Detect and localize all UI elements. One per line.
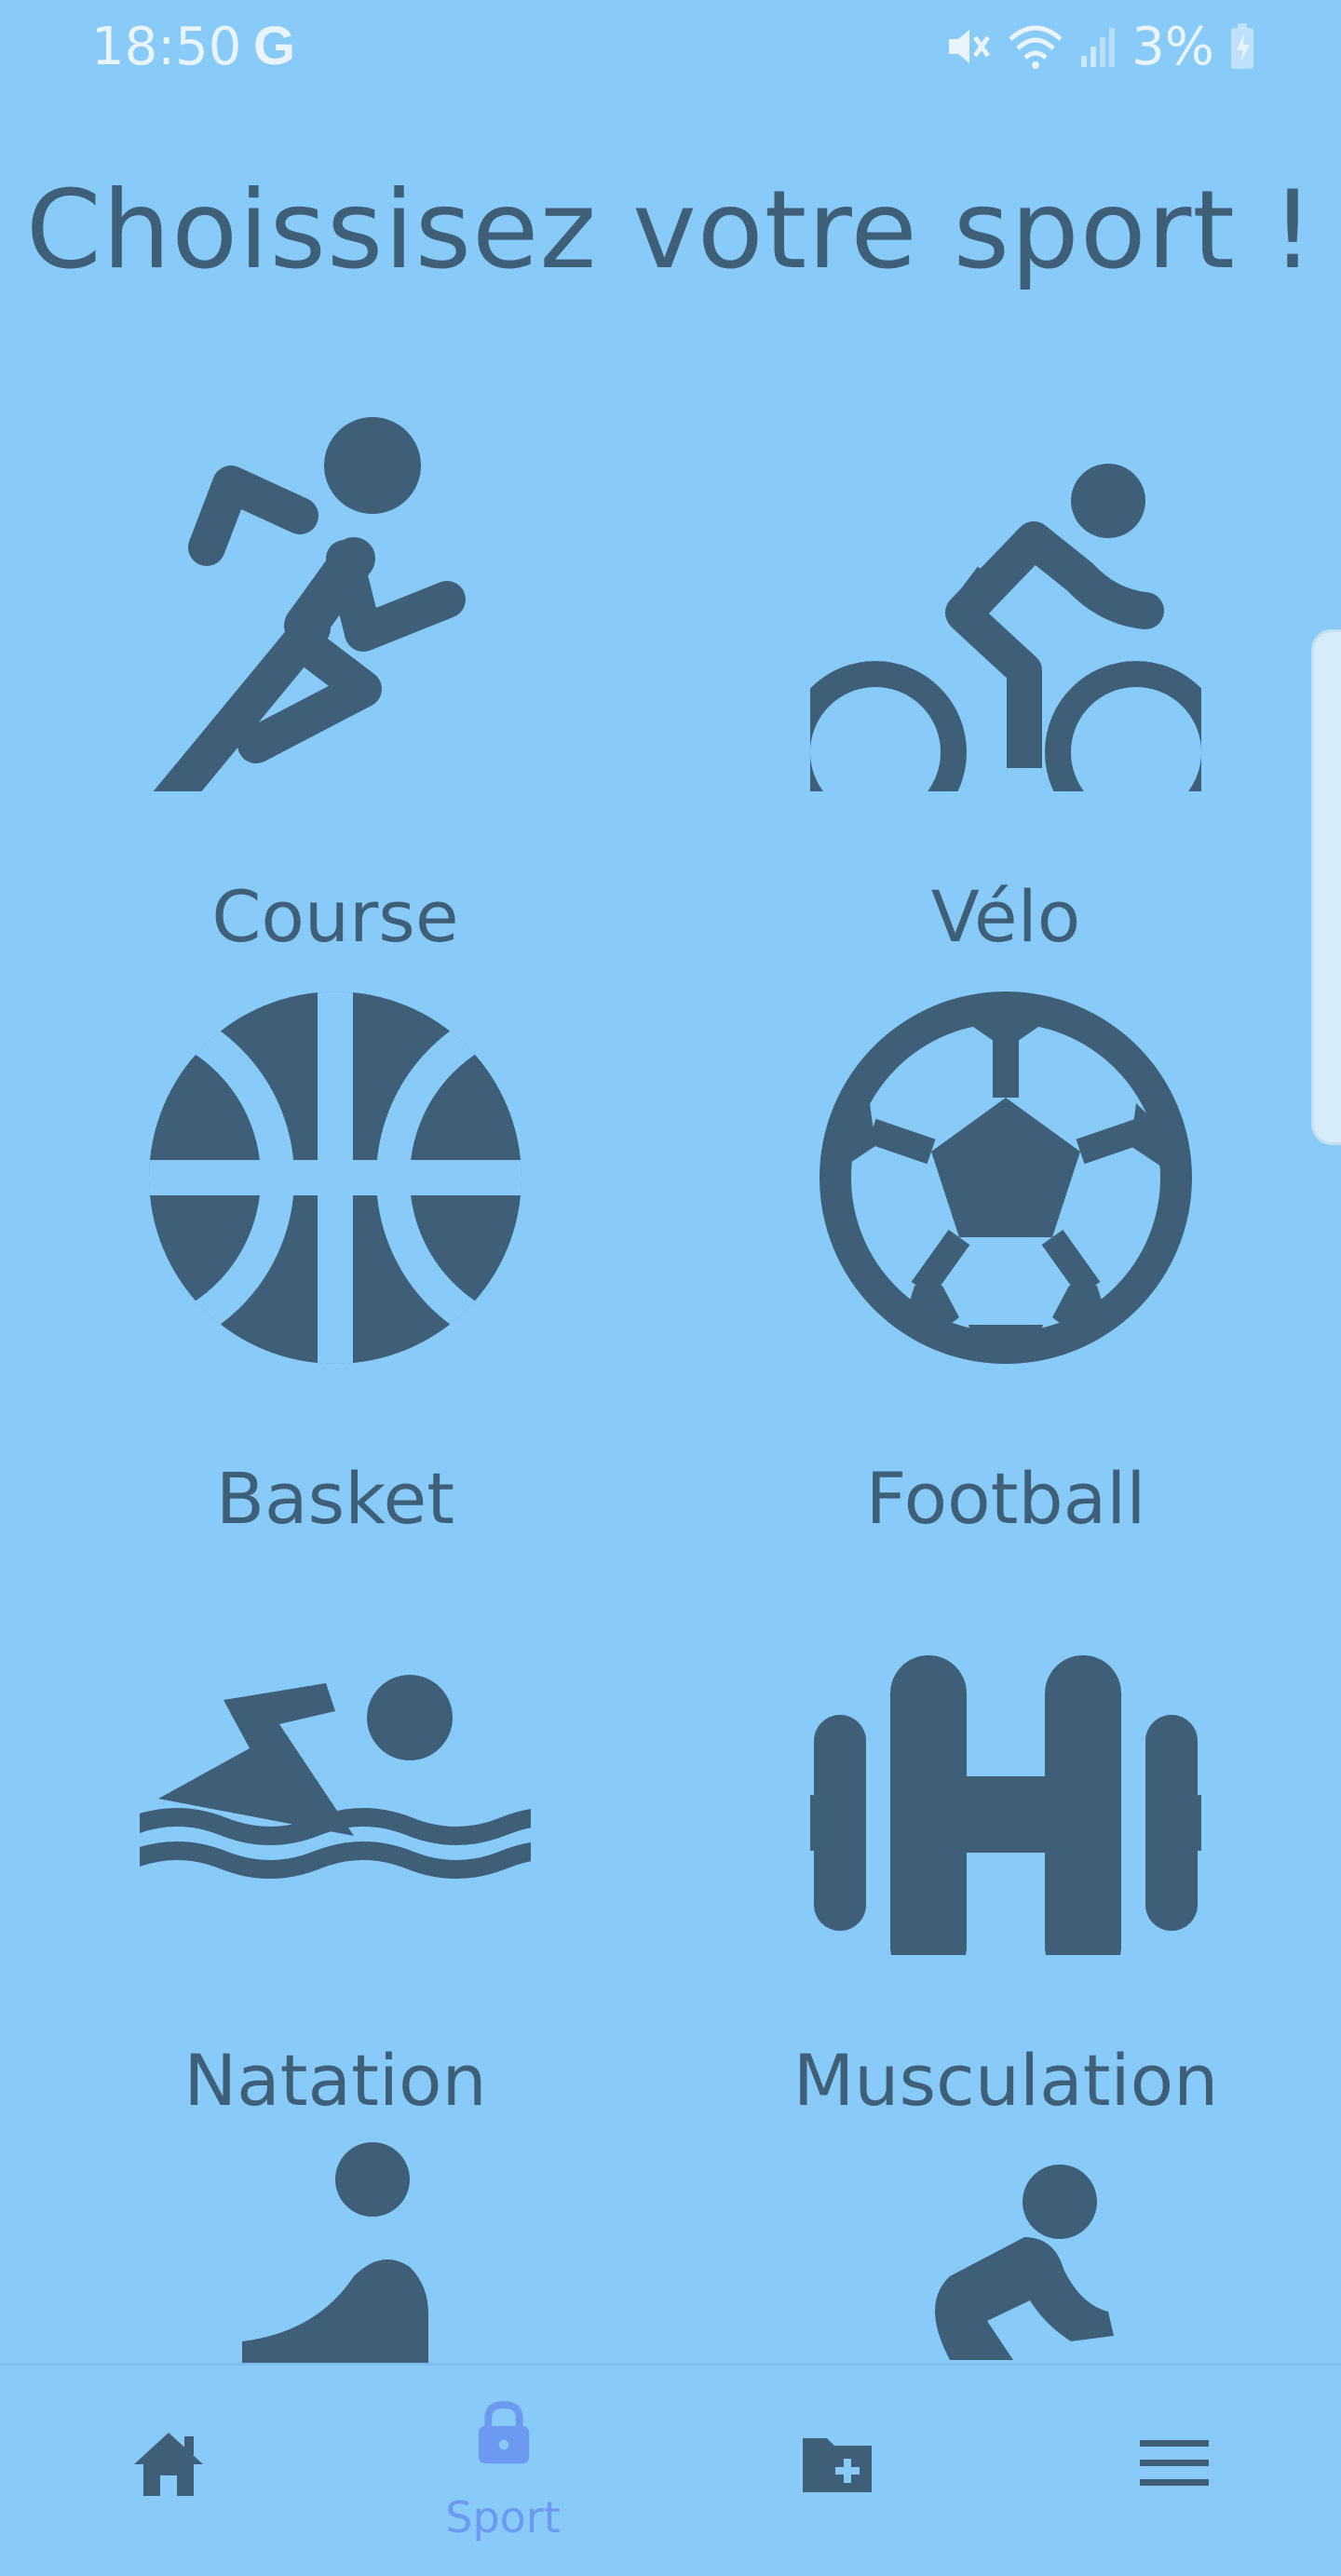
folder-add-icon	[803, 2438, 872, 2492]
sport-label: Basket	[215, 1457, 455, 1540]
nav-item-menu[interactable]	[1006, 2366, 1341, 2576]
mute-icon	[949, 30, 991, 63]
sport-label: Natation	[183, 2039, 487, 2122]
sport-tile-musculation[interactable]: Musculation	[717, 1536, 1294, 2122]
stretching-icon	[935, 2165, 1114, 2360]
nav-item-sport[interactable]: Sport	[335, 2366, 670, 2576]
bottom-navigation: Sport	[0, 2363, 1341, 2576]
edge-panel-handle[interactable]	[1311, 629, 1341, 1145]
nav-label-sport: Sport	[445, 2492, 561, 2542]
sport-label: Course	[211, 875, 459, 958]
status-time: 18:50	[91, 17, 242, 77]
wifi-icon	[1009, 25, 1063, 69]
soccer-ball-icon	[820, 991, 1192, 1364]
basketball-icon	[149, 991, 522, 1364]
sport-tile-natation[interactable]: Natation	[47, 1536, 624, 2122]
home-icon	[134, 2433, 203, 2496]
status-icons: 3%	[943, 15, 1255, 78]
yoga-icon	[242, 2142, 428, 2363]
sport-tile-stretching[interactable]	[717, 2118, 1294, 2363]
nav-item-add-folder[interactable]	[670, 2366, 1006, 2576]
menu-icon	[1140, 2440, 1209, 2486]
dumbbell-icon	[810, 1655, 1201, 1955]
sport-tile-course[interactable]: Course	[47, 372, 624, 958]
sport-label: Football	[865, 1457, 1146, 1540]
lock-icon	[478, 2401, 530, 2464]
battery-percent: 3%	[1131, 16, 1214, 77]
sport-label: Vélo	[930, 875, 1081, 958]
swimming-icon	[140, 1675, 531, 1879]
running-icon	[153, 417, 466, 791]
sport-label: Musculation	[792, 2039, 1219, 2122]
nav-item-home[interactable]	[0, 2366, 335, 2576]
signal-icon	[1081, 28, 1116, 67]
page-title: Choissisez votre sport !	[25, 168, 1316, 293]
google-icon: G	[253, 16, 296, 76]
battery-charging-icon	[1231, 23, 1253, 69]
sport-tile-basket[interactable]: Basket	[47, 954, 624, 1540]
sport-tile-football[interactable]: Football	[717, 954, 1294, 1540]
status-bar: 18:50 G 3%	[0, 0, 1341, 93]
sport-tile-yoga[interactable]	[47, 2118, 624, 2363]
cycling-icon	[810, 464, 1201, 791]
sport-tile-velo[interactable]: Vélo	[717, 372, 1294, 958]
